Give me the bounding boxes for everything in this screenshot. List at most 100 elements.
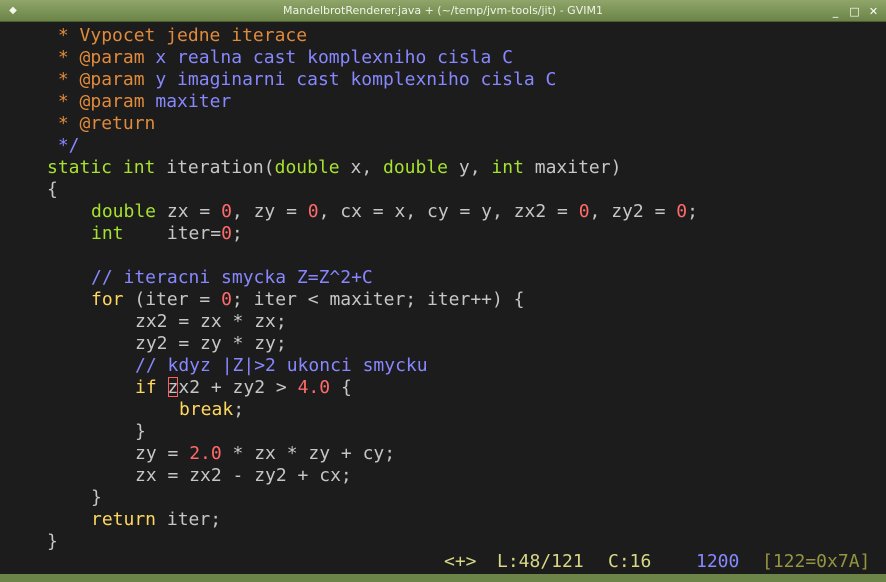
code-line[interactable]: static int iteration(double x, double y,… xyxy=(47,157,621,179)
code-token: * zx * zy + cy; xyxy=(221,443,396,464)
code-token: zx2 = zx * zx; xyxy=(135,311,287,332)
code-line[interactable]: } xyxy=(47,531,58,550)
code-token: for xyxy=(91,289,124,310)
window-bottom-border xyxy=(0,574,886,582)
code-token: } xyxy=(135,421,146,442)
code-token: @param xyxy=(79,91,145,112)
code-token: @param xyxy=(79,47,145,68)
code-token: ; xyxy=(687,201,698,222)
code-token: double xyxy=(91,201,157,222)
code-token: x realna cast komplexniho cisla C xyxy=(144,47,514,68)
code-line[interactable]: break; xyxy=(179,399,244,421)
code-token: 0 xyxy=(221,223,232,244)
code-token: ; xyxy=(233,399,245,420)
code-token: } xyxy=(47,531,58,550)
code-line[interactable]: zy = 2.0 * zx * zy + cy; xyxy=(135,443,395,465)
code-token: { xyxy=(47,179,58,200)
code-line[interactable]: * @param maxiter xyxy=(47,91,231,113)
code-line[interactable]: */ xyxy=(47,135,80,157)
column-position: C:16 xyxy=(608,551,652,572)
code-line[interactable]: for (iter = 0; iter < maxiter; iter++) { xyxy=(91,289,525,311)
code-token: maxiter) xyxy=(523,157,622,178)
code-line[interactable]: } xyxy=(91,487,102,509)
code-line[interactable]: double zx = 0, zy = 0, cx = x, cy = y, z… xyxy=(91,201,698,223)
code-token: @return xyxy=(79,113,156,134)
code-token: 0 xyxy=(221,201,232,222)
code-token: iteration( xyxy=(155,157,275,178)
code-token: // iteracni smycka Z=Z^2+C xyxy=(91,267,373,288)
code-token: ; iter < maxiter; iter++) { xyxy=(231,289,525,310)
code-token: */ xyxy=(47,135,80,156)
code-token: break xyxy=(179,399,234,420)
code-token: , cx = x, cy = y, zx2 = xyxy=(318,201,579,222)
code-token: * xyxy=(47,113,80,134)
code-line[interactable]: } xyxy=(135,421,146,443)
code-token: y imaginarni cast komplexniho cisla C xyxy=(144,69,557,90)
code-line[interactable]: return iter; xyxy=(91,509,221,531)
code-token: 0 xyxy=(676,201,688,222)
code-token: y, xyxy=(448,157,492,178)
status-line: <+> L:48/121 C:16 1200 [122=0x7A] xyxy=(0,550,886,574)
window-controls: _ □ ✕ xyxy=(829,0,880,22)
line-position: L:48/121 xyxy=(497,551,584,572)
code-token: zy2 = zy * zy; xyxy=(135,333,287,354)
code-token: int xyxy=(491,157,524,178)
code-token: ; xyxy=(231,223,243,244)
code-token: iter; xyxy=(156,509,222,530)
code-token: { xyxy=(330,377,352,398)
close-icon[interactable]: ✕ xyxy=(867,5,880,18)
code-token: // kdyz |Z|>2 ukonci smycku xyxy=(135,355,428,376)
code-token: iter= xyxy=(123,223,222,244)
code-token: int xyxy=(91,223,124,244)
code-token: } xyxy=(91,487,102,508)
code-token: 0 xyxy=(307,201,319,222)
code-token: int xyxy=(122,157,156,178)
code-token: zx = zx2 - zy2 + cx; xyxy=(135,465,352,486)
code-line[interactable]: // iteracni smycka Z=Z^2+C xyxy=(91,267,373,289)
code-token: double xyxy=(274,157,340,178)
code-line[interactable]: * @param y imaginarni cast komplexniho c… xyxy=(47,69,557,91)
code-token: , zy2 = xyxy=(589,201,677,222)
code-token: if xyxy=(135,377,157,398)
code-token: , zy = xyxy=(231,201,308,222)
char-code: [122=0x7A] xyxy=(762,551,871,572)
text-cursor: z xyxy=(167,377,179,398)
code-token: 4.0 xyxy=(297,377,331,398)
code-line[interactable]: { xyxy=(47,179,58,201)
code-token: double xyxy=(383,157,449,178)
code-token: 2.0 xyxy=(189,443,222,464)
code-token: zy = xyxy=(135,443,190,464)
code-line[interactable]: * Vypocet jedne iterace xyxy=(47,25,307,47)
code-token: x2 + zy2 > xyxy=(178,377,298,398)
maximize-icon[interactable]: □ xyxy=(848,5,861,18)
window-title: MandelbrotRenderer.java + (~/temp/jvm-to… xyxy=(283,4,603,17)
modified-flag: <+> xyxy=(444,551,477,572)
code-token: return xyxy=(91,509,157,530)
code-line[interactable]: zx2 = zx * zx; xyxy=(135,311,287,333)
code-token: zx = xyxy=(156,201,222,222)
code-line[interactable]: * @param x realna cast komplexniho cisla… xyxy=(47,47,513,69)
code-token: 0 xyxy=(221,289,232,310)
code-token: static xyxy=(47,157,113,178)
code-editor[interactable]: * Vypocet jedne iterace * @param x realn… xyxy=(0,22,886,550)
code-token: * xyxy=(47,91,80,112)
code-line[interactable]: * @return xyxy=(47,113,156,135)
code-line[interactable]: if zx2 + zy2 > 4.0 { xyxy=(135,377,352,399)
code-token: @param xyxy=(79,69,145,90)
code-token: x, xyxy=(339,157,383,178)
gvim-window: ◆ MandelbrotRenderer.java + (~/temp/jvm-… xyxy=(0,0,886,582)
code-line[interactable]: zx = zx2 - zy2 + cx; xyxy=(135,465,352,487)
code-token: (iter = xyxy=(123,289,222,310)
code-token: * xyxy=(47,25,80,46)
code-token: 0 xyxy=(578,201,590,222)
byte-offset: 1200 xyxy=(696,551,740,572)
minimize-icon[interactable]: _ xyxy=(829,5,842,18)
code-line[interactable]: zy2 = zy * zy; xyxy=(135,333,287,355)
code-line[interactable]: int iter=0; xyxy=(91,223,243,245)
code-token: maxiter xyxy=(144,91,232,112)
code-token: * xyxy=(47,47,80,68)
title-bar[interactable]: ◆ MandelbrotRenderer.java + (~/temp/jvm-… xyxy=(0,0,886,22)
code-line[interactable]: // kdyz |Z|>2 ukonci smycku xyxy=(135,355,428,377)
